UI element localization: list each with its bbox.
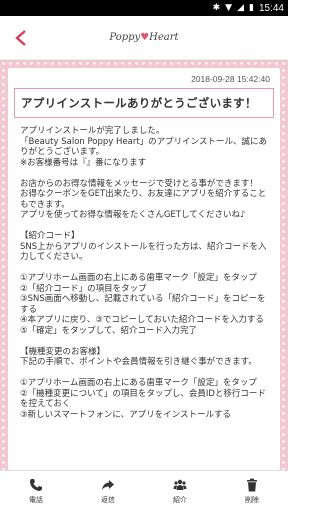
tab-introduce[interactable]: 紹介 (144, 471, 216, 512)
tab-phone-label: 電話 (29, 496, 43, 504)
heart-icon: ♥ (140, 32, 150, 43)
message-date: 2018-09-28 15:42:40 (191, 74, 270, 84)
message-card: 2018-09-28 15:42:40 アプリインストールありがとうございます！… (8, 68, 280, 470)
bottom-tab-bar: 電話 返信 紹介 削除 (0, 470, 288, 512)
app-bar: Poppy♥Heart (0, 16, 288, 60)
app-logo: Poppy♥Heart (109, 32, 179, 43)
bluetooth-icon: ✱ (212, 3, 221, 13)
tab-reply-label: 返信 (101, 496, 115, 504)
status-bar: ✱ ▼ ◢ ▮ 15:44 (0, 0, 288, 16)
message-body: アプリインストールが完了しました。 「Beauty Salon Poppy He… (20, 126, 268, 420)
status-time: 15:44 (258, 2, 284, 14)
tab-delete[interactable]: 削除 (216, 471, 288, 512)
tab-reply[interactable]: 返信 (72, 471, 144, 512)
back-button[interactable] (9, 26, 33, 50)
message-title: アプリインストールありがとうございます！ (14, 88, 274, 118)
reply-icon (102, 480, 114, 490)
people-icon (173, 479, 187, 490)
trash-icon (247, 478, 257, 492)
wifi-icon: ▼ (225, 3, 233, 13)
tab-introduce-label: 紹介 (173, 496, 187, 504)
tab-delete-label: 削除 (245, 496, 259, 504)
chevron-left-icon (15, 30, 26, 46)
battery-icon: ▮ (249, 3, 254, 13)
phone-icon (30, 479, 42, 491)
signal-icon: ◢ (237, 3, 245, 13)
tab-phone[interactable]: 電話 (0, 471, 72, 512)
